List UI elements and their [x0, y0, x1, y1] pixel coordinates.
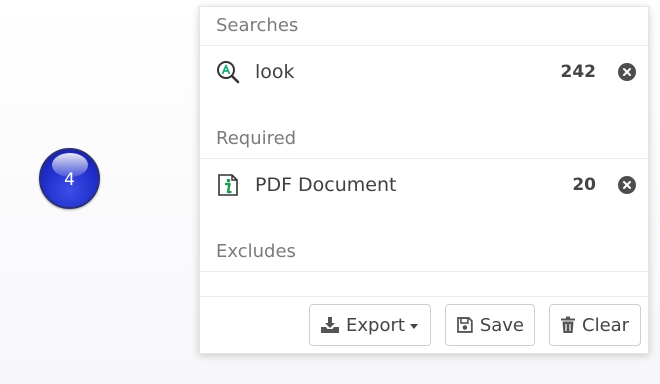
document-info-icon [216, 173, 240, 197]
search-term-count: 242 [560, 62, 597, 82]
search-icon [216, 60, 240, 84]
chevron-down-icon [409, 323, 418, 329]
export-button[interactable]: Export [309, 304, 431, 346]
clear-button-label: Clear [582, 314, 630, 336]
step-number-badge: 4 [39, 148, 100, 209]
section-title-searches: Searches [216, 15, 299, 36]
required-filter-label: PDF Document [255, 174, 397, 196]
section-header-searches: Searches [200, 7, 648, 46]
save-button-label: Save [479, 314, 524, 336]
footer-divider [200, 296, 648, 297]
search-term-label: look [255, 61, 295, 83]
save-icon [457, 317, 473, 333]
section-title-excludes: Excludes [216, 241, 296, 262]
remove-search-button[interactable] [618, 63, 636, 81]
required-filter-count: 20 [572, 175, 596, 195]
close-icon [623, 181, 631, 189]
remove-required-button[interactable] [618, 176, 636, 194]
section-header-required: Required [200, 120, 648, 159]
save-button[interactable]: Save [445, 304, 535, 346]
step-number: 4 [64, 169, 75, 190]
close-icon [623, 68, 631, 76]
required-filter-row[interactable]: PDF Document 20 [200, 161, 648, 209]
section-title-required: Required [216, 128, 297, 149]
search-term-row[interactable]: look 242 [200, 48, 648, 96]
clear-button[interactable]: Clear [549, 304, 641, 346]
section-header-excludes: Excludes [200, 233, 648, 272]
export-button-label: Export [346, 314, 405, 336]
search-filters-panel: Searches look 242 Required PDF Document … [199, 6, 649, 354]
trash-icon [561, 316, 575, 333]
download-icon [321, 317, 339, 333]
